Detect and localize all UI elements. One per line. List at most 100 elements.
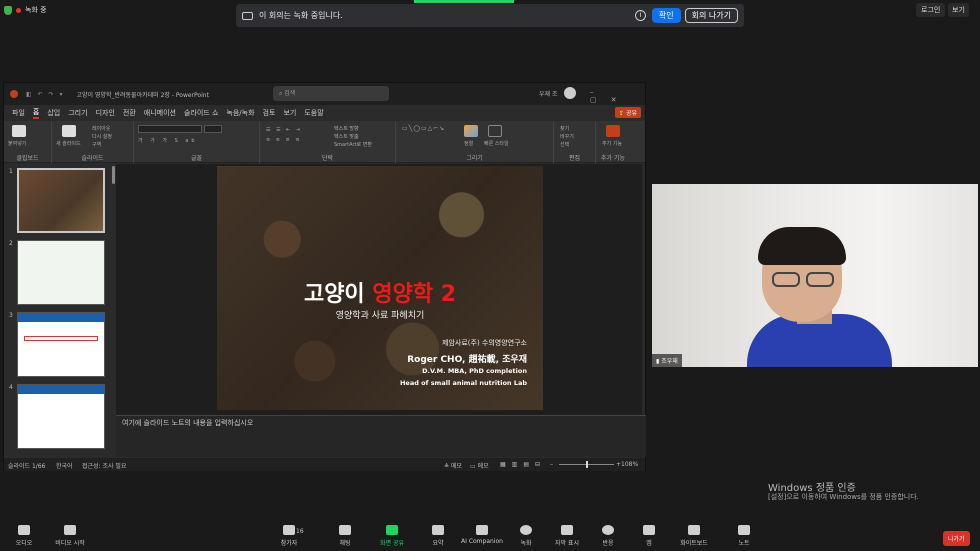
menu-slideshow[interactable]: 슬라이드 쇼 (184, 108, 218, 118)
accessibility-status[interactable]: 접근성: 조사 필요 (82, 461, 126, 470)
info-icon[interactable]: i (634, 10, 646, 21)
zoom-level[interactable]: 108% (621, 461, 638, 468)
share-screen-button[interactable]: 화면 공유 (368, 520, 416, 547)
slide-thumbnails-pane: 1 2 3 4 (4, 164, 116, 459)
chat-button[interactable]: 채팅 (321, 520, 369, 547)
login-button[interactable]: 로그인 (916, 3, 946, 17)
speaker-notes-input[interactable]: 여기에 슬라이드 노트의 내용을 입력하십시오 (116, 415, 646, 457)
summary-icon (432, 525, 444, 535)
quick-access-toolbar[interactable]: ◧ ↶ ↷ ▾ (26, 91, 64, 98)
slide-editor: 고양이 영양학 2 영양학과 사료 파헤치기 제암사료(주) 수의영양연구소 R… (116, 164, 642, 415)
arrange-icon[interactable] (464, 125, 478, 137)
share-indicator-bar (414, 0, 514, 3)
menu-file[interactable]: 파일 (12, 108, 25, 118)
recording-indicator[interactable]: 녹화 중 (4, 3, 47, 17)
align-buttons[interactable]: ≡ ≡ ≡ ≡ (266, 137, 302, 143)
whiteboard-button[interactable]: 화이트보드 (670, 520, 718, 547)
view-buttons[interactable]: ▦▥▤⊟ (500, 461, 546, 468)
section-button[interactable]: 구역 (92, 141, 101, 148)
menu-view[interactable]: 보기 (283, 108, 296, 118)
ribbon-group-addins: 추가 기능 추가 기능 (596, 121, 630, 163)
recording-label: 녹화 중 (25, 6, 47, 14)
audio-button[interactable]: 오디오 (0, 520, 48, 547)
leave-meeting-button[interactable]: 나가기 (943, 531, 970, 546)
addins-icon[interactable] (606, 125, 620, 137)
menu-insert[interactable]: 삽입 (47, 108, 60, 118)
slide-thumbnail-2[interactable] (17, 240, 105, 305)
text-direction-button[interactable]: 텍스트 방향 (334, 125, 359, 132)
text-align-button[interactable]: 텍스트 맞춤 (334, 133, 359, 140)
new-slide-button[interactable]: 새 슬라이드 (56, 140, 81, 147)
editing-label: 편집 (568, 155, 581, 162)
ppt-share-button[interactable]: ⇪ 공유 (615, 107, 641, 118)
language-status[interactable]: 한국어 (56, 461, 73, 470)
view-button[interactable]: 보기 (948, 3, 969, 17)
zoom-slider-knob[interactable] (586, 461, 588, 468)
paste-icon[interactable] (12, 125, 26, 137)
menu-design[interactable]: 디자인 (96, 108, 115, 118)
participants-icon (283, 525, 295, 535)
summary-button[interactable]: 요약 (414, 520, 462, 547)
thumb-number: 2 (9, 240, 13, 247)
ppt-search-input[interactable]: ⌕ 검색 (273, 86, 389, 101)
reset-button[interactable]: 다시 설정 (92, 133, 112, 140)
menu-help[interactable]: 도움말 (304, 108, 323, 118)
arrange-button[interactable]: 정렬 (464, 140, 473, 147)
replace-button[interactable]: 바꾸기 (560, 133, 574, 140)
confirm-button[interactable]: 확인 (651, 8, 681, 23)
ribbon-group-editing: 찾기 바꾸기 선택 편집 (554, 121, 596, 163)
menu-record[interactable]: 녹음/녹화 (226, 108, 254, 118)
leave-meeting-banner-button[interactable]: 회의 나가기 (684, 8, 738, 23)
select-button[interactable]: 선택 (560, 141, 569, 148)
addins-button[interactable]: 추가 기능 (602, 140, 622, 147)
shapes-gallery[interactable]: ▭╲◯▭△⌐↘ (402, 125, 445, 132)
comments-toggle[interactable]: ▭ 메모 (470, 461, 489, 470)
notes-icon (738, 525, 750, 535)
slide-thumbnail-1[interactable] (17, 168, 105, 233)
thumb-number: 3 (9, 312, 13, 319)
ribbon: 붙여넣기 클립보드 새 슬라이드 레이아웃 다시 설정 구역 슬라이드 가 가 … (4, 121, 645, 163)
shield-icon (4, 5, 12, 15)
zoom-toolbar: 오디오 비디오 시작 참가자 채팅 화면 공유 요약 AI Companion … (0, 520, 980, 551)
participant-video-tile[interactable]: ▮ 조우재 (652, 184, 978, 367)
find-button[interactable]: 찾기 (560, 125, 569, 132)
participants-button[interactable]: 참가자 (265, 520, 313, 547)
current-slide[interactable]: 고양이 영양학 2 영양학과 사료 파헤치기 제암사료(주) 수의영양연구소 R… (217, 166, 543, 410)
menu-transitions[interactable]: 전환 (123, 108, 136, 118)
video-button[interactable]: 비디오 시작 (46, 520, 94, 547)
avatar[interactable] (564, 87, 576, 99)
quick-styles-icon[interactable] (488, 125, 502, 137)
zoom-out-button[interactable]: – (550, 461, 553, 468)
slide-subtitle: 영양학과 사료 파헤치기 (335, 311, 425, 321)
quick-styles-button[interactable]: 빠른 스타일 (484, 140, 509, 147)
ai-companion-button[interactable]: AI Companion (458, 520, 506, 545)
slide-thumbnail-4[interactable] (17, 384, 105, 449)
notes-toggle[interactable]: ≜ 메모 (444, 461, 462, 470)
ppt-user-name: 우재 조 (539, 91, 558, 98)
list-buttons[interactable]: ☰ ☰ ⇤ ⇥ (266, 127, 302, 133)
menu-review[interactable]: 검토 (263, 108, 276, 118)
ribbon-group-slides: 새 슬라이드 레이아웃 다시 설정 구역 슬라이드 (52, 121, 134, 163)
thumbnail-scrollbar[interactable] (112, 166, 115, 184)
paste-button[interactable]: 붙여넣기 (8, 140, 26, 147)
window-controls[interactable]: –▢✕ (590, 88, 645, 104)
menu-home[interactable]: 홈 (32, 107, 40, 119)
emoji-icon (602, 525, 614, 535)
apps-button[interactable]: 앱 (625, 520, 673, 547)
font-name-select[interactable] (138, 125, 202, 133)
font-format-buttons[interactable]: 가 가 가 S ab (138, 137, 198, 144)
record-icon (520, 525, 532, 535)
slide-author-degree: D.V.M. MBA, PhD completion (422, 367, 527, 375)
layout-button[interactable]: 레이아웃 (92, 125, 110, 132)
menu-animations[interactable]: 애니메이션 (144, 108, 176, 118)
ppt-status-bar: 슬라이드 1/66 한국어 접근성: 조사 필요 ≜ 메모 ▭ 메모 ▦▥▤⊟ … (4, 458, 645, 471)
menu-draw[interactable]: 그리기 (68, 108, 87, 118)
new-slide-icon[interactable] (62, 125, 76, 137)
smartart-button[interactable]: SmartArt로 변환 (334, 141, 372, 148)
ribbon-group-font: 가 가 가 S ab 글꼴 (134, 121, 260, 163)
slide-thumbnail-3[interactable] (17, 312, 105, 377)
ribbon-group-paragraph: 텍스트 방향 텍스트 맞춤 SmartArt로 변환 ☰ ☰ ⇤ ⇥ ≡ ≡ ≡… (260, 121, 396, 163)
participant-name-tag: ▮ 조우재 (652, 354, 682, 367)
notes-button[interactable]: 노트 (720, 520, 768, 547)
font-size-select[interactable] (204, 125, 222, 133)
